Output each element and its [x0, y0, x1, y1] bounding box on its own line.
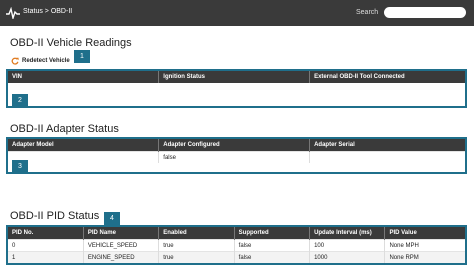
- breadcrumb[interactable]: Status > OBD-II: [23, 8, 72, 15]
- pid-name-cell: ENGINE_SPEED: [83, 251, 160, 263]
- column-header-adapter-model[interactable]: Adapter Model: [8, 139, 160, 152]
- vehicle-readings-table: VIN Ignition Status External OBD-II Tool…: [6, 69, 467, 108]
- column-header-pid-value[interactable]: PID Value: [384, 227, 465, 240]
- column-header-pid-no[interactable]: PID No.: [8, 227, 84, 240]
- callout-badge-4: 4: [104, 212, 120, 225]
- table-row: 1 ENGINE_SPEED true false 1000 None RPM: [8, 251, 465, 263]
- pid-status-table: PID No. PID Name Enabled Supported Updat…: [6, 225, 467, 265]
- adapter-status-table: Adapter Model Adapter Configured Adapter…: [6, 137, 467, 174]
- supported-cell: false: [234, 239, 311, 252]
- column-header-vin[interactable]: VIN: [8, 71, 160, 83]
- column-header-supported[interactable]: Supported: [234, 227, 311, 240]
- top-bar: Status > OBD-II Search: [0, 0, 474, 26]
- callout-badge-1: 1: [74, 50, 90, 63]
- supported-cell: false: [234, 251, 311, 263]
- adapter-model-cell: [8, 151, 160, 163]
- pid-no-cell: 0: [8, 239, 84, 252]
- redetect-vehicle-button[interactable]: Redetect Vehicle: [11, 57, 70, 65]
- update-interval-cell: 100: [309, 239, 386, 252]
- pid-no-cell: 1: [8, 251, 84, 263]
- pid-status-title: OBD-II PID Status: [10, 210, 100, 222]
- refresh-icon: [11, 57, 19, 65]
- pulse-wave-icon: [6, 7, 20, 19]
- redetect-label: Redetect Vehicle: [22, 58, 70, 64]
- pid-name-cell: VEHICLE_SPEED: [83, 239, 160, 252]
- column-header-ignition-status[interactable]: Ignition Status: [158, 71, 311, 83]
- column-header-adapter-configured[interactable]: Adapter Configured: [158, 139, 311, 152]
- enabled-cell: true: [158, 251, 235, 263]
- adapter-serial-cell: [309, 151, 465, 163]
- column-header-enabled[interactable]: Enabled: [158, 227, 235, 240]
- search-label: Search: [356, 9, 379, 16]
- adapter-status-title: OBD-II Adapter Status: [10, 123, 119, 135]
- pid-value-cell: None MPH: [384, 239, 465, 252]
- adapter-configured-cell: false: [158, 151, 311, 163]
- column-header-adapter-serial[interactable]: Adapter Serial: [309, 139, 465, 152]
- table-row: false: [8, 151, 465, 163]
- column-header-update-interval[interactable]: Update Interval (ms): [309, 227, 386, 240]
- search-input[interactable]: [384, 7, 466, 18]
- callout-badge-2: 2: [12, 94, 28, 107]
- vehicle-readings-title: OBD-II Vehicle Readings: [10, 37, 132, 49]
- enabled-cell: true: [158, 239, 235, 252]
- update-interval-cell: 1000: [309, 251, 386, 263]
- table-row: 0 VEHICLE_SPEED true false 100 None MPH: [8, 239, 465, 252]
- column-header-pid-name[interactable]: PID Name: [83, 227, 160, 240]
- pid-value-cell: None RPM: [384, 251, 465, 263]
- column-header-external-tool[interactable]: External OBD-II Tool Connected: [309, 71, 465, 83]
- callout-badge-3: 3: [12, 160, 28, 173]
